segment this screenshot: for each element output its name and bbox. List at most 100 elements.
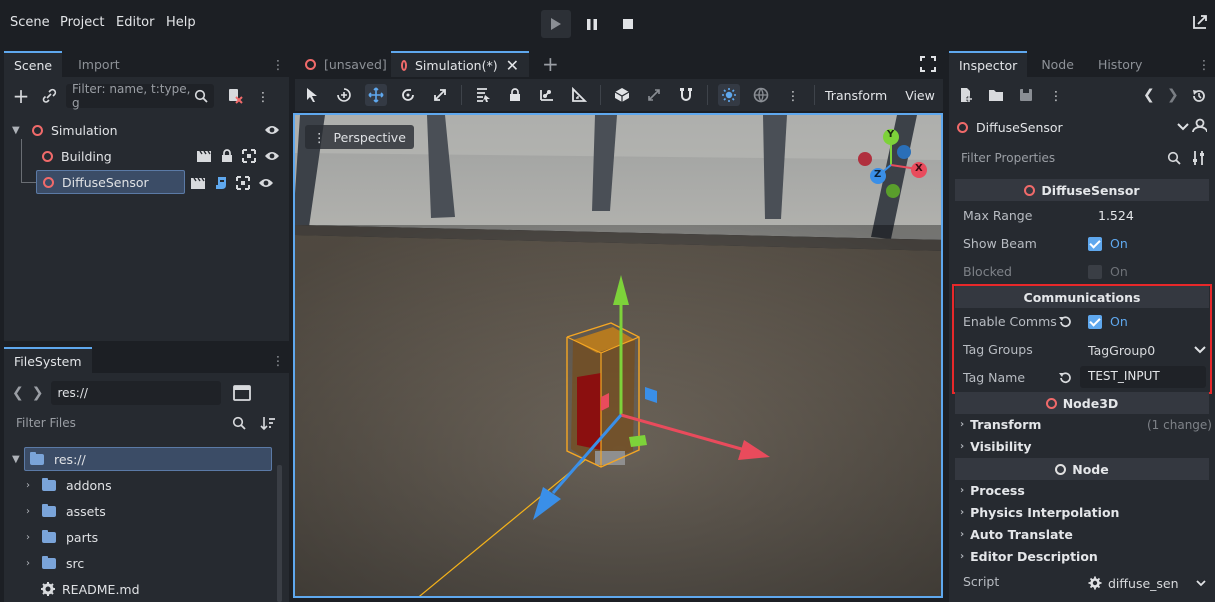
dock-menu-icon[interactable]: ⋮ [267,347,289,373]
section-diffusesensor[interactable]: DiffuseSensor [955,179,1209,201]
open-folder-icon[interactable] [985,84,1007,106]
bone-icon[interactable] [536,84,558,106]
section-node3d[interactable]: Node3D [955,392,1209,414]
file-item-assets[interactable]: › assets [26,499,106,523]
category-transform[interactable]: › Transform [960,417,1041,432]
prop-tag-groups-dropdown[interactable]: TagGroup0 [1088,340,1206,360]
pause-button[interactable] [578,10,606,38]
filter-settings-icon[interactable] [1191,150,1207,166]
local-space-icon[interactable] [611,84,633,106]
tab-import[interactable]: Import [68,51,130,77]
tree-item-diffusesensor[interactable]: DiffuseSensor [36,170,185,194]
file-item-res[interactable]: ▼ res:// [12,447,272,471]
file-item-addons[interactable]: › addons [26,473,112,497]
prop-script-field[interactable]: diffuse_sen [1088,573,1206,593]
prop-show-beam-checkbox[interactable]: On [1088,236,1128,251]
list-select-icon[interactable] [472,84,494,106]
tab-node[interactable]: Node [1031,51,1084,77]
transform-menu[interactable]: Transform [825,88,887,103]
tab-filesystem[interactable]: FileSystem [4,347,92,373]
tab-simulation[interactable]: Simulation(*) ✕ [391,51,529,77]
new-resource-icon[interactable] [955,84,977,106]
revert-icon[interactable] [1058,371,1072,385]
add-tab-icon[interactable]: + [542,52,559,76]
select-tool-icon[interactable] [301,84,323,106]
prop-enable-comms-checkbox[interactable]: On [1088,314,1128,329]
scale-tool-icon[interactable] [429,84,451,106]
dock-menu-icon[interactable]: ⋮ [267,51,289,77]
file-item-readme[interactable]: README.md [26,577,140,601]
ruler-icon[interactable] [568,84,590,106]
sort-icon[interactable] [260,415,276,431]
perspective-menu[interactable]: ⋮ Perspective [305,125,414,149]
move-rotate-tool-icon[interactable] [333,84,355,106]
visibility-eye-icon[interactable] [258,177,274,189]
menu-editor[interactable]: Editor [116,15,154,30]
distraction-free-button[interactable] [1191,13,1209,31]
menu-project[interactable]: Project [60,15,104,30]
add-node-icon[interactable]: + [10,84,32,108]
scene-clapper-icon[interactable] [190,176,206,190]
more-options-icon[interactable]: ⋮ [782,84,804,106]
tab-inspector[interactable]: Inspector [949,51,1028,77]
object-history-icon[interactable] [1191,88,1207,104]
path-field[interactable]: res:// [51,381,222,405]
file-item-src[interactable]: › src [26,551,84,575]
view-menu[interactable]: View [905,88,935,103]
file-item-parts[interactable]: › parts [26,525,98,549]
section-communications[interactable]: Communications [955,286,1209,308]
magnet-icon[interactable] [675,84,697,106]
rotate-tool-icon[interactable] [397,84,419,106]
section-node[interactable]: Node [955,458,1209,480]
menu-help[interactable]: Help [166,15,196,30]
scene-clapper-icon[interactable] [196,149,212,163]
sun-preview-icon[interactable] [718,84,740,106]
category-physics-interpolation[interactable]: › Physics Interpolation [960,505,1119,520]
tree-item-building[interactable]: Building [12,144,284,168]
scrollbar[interactable] [277,465,282,602]
node-selector[interactable]: DiffuseSensor [957,115,1189,139]
file-filter-input[interactable]: Filter Files [10,411,252,435]
scene-filter-input[interactable]: Filter: name, t:type, g [66,82,214,110]
more-options-icon[interactable]: ⋮ [1045,84,1067,106]
menu-scene[interactable]: Scene [10,15,50,30]
visibility-eye-icon[interactable] [264,150,280,162]
prop-tag-name-field[interactable]: TEST_INPUT [1080,366,1206,388]
orientation-gizmo[interactable]: Y X Z [855,127,935,207]
history-forward-icon[interactable]: ❯ [1167,87,1179,103]
category-process[interactable]: › Process [960,483,1025,498]
group-icon[interactable] [242,149,256,163]
visibility-eye-icon[interactable] [264,124,280,136]
fullscreen-icon[interactable] [920,56,936,72]
forward-icon[interactable]: ❯ [32,385,44,401]
category-editor-description[interactable]: › Editor Description [960,549,1098,564]
prop-max-range-field[interactable]: 1.524 [1098,208,1134,223]
tab-history[interactable]: History [1088,51,1152,77]
script-icon[interactable] [214,176,228,190]
category-auto-translate[interactable]: › Auto Translate [960,527,1073,542]
link-icon[interactable] [38,85,60,107]
snap-icon[interactable] [643,84,665,106]
lock-icon[interactable] [504,84,526,106]
tab-scene[interactable]: Scene [4,51,63,77]
split-view-icon[interactable] [233,385,252,401]
property-filter-input[interactable]: Filter Properties [955,146,1187,170]
revert-icon[interactable] [1058,315,1072,329]
group-icon[interactable] [236,176,250,190]
environment-preview-icon[interactable] [750,84,772,106]
close-icon[interactable]: ✕ [506,56,519,75]
play-button[interactable] [541,10,571,38]
move-tool-icon[interactable] [365,84,387,106]
more-options-icon[interactable]: ⋮ [252,85,274,107]
3d-viewport[interactable]: ⋮ Perspective Y X Z [293,113,943,598]
tab-unsaved[interactable]: [unsaved] [295,51,397,77]
category-visibility[interactable]: › Visibility [960,439,1032,454]
script-remove-icon[interactable] [224,85,246,107]
stop-button[interactable] [614,10,642,38]
history-back-icon[interactable]: ❮ [1143,87,1155,103]
node-tools-icon[interactable] [1191,118,1207,134]
lock-icon[interactable] [220,149,234,163]
dock-menu-icon[interactable]: ⋮ [1193,51,1215,77]
save-icon[interactable] [1015,84,1037,106]
tree-item-simulation[interactable]: ▼ Simulation [12,118,284,142]
